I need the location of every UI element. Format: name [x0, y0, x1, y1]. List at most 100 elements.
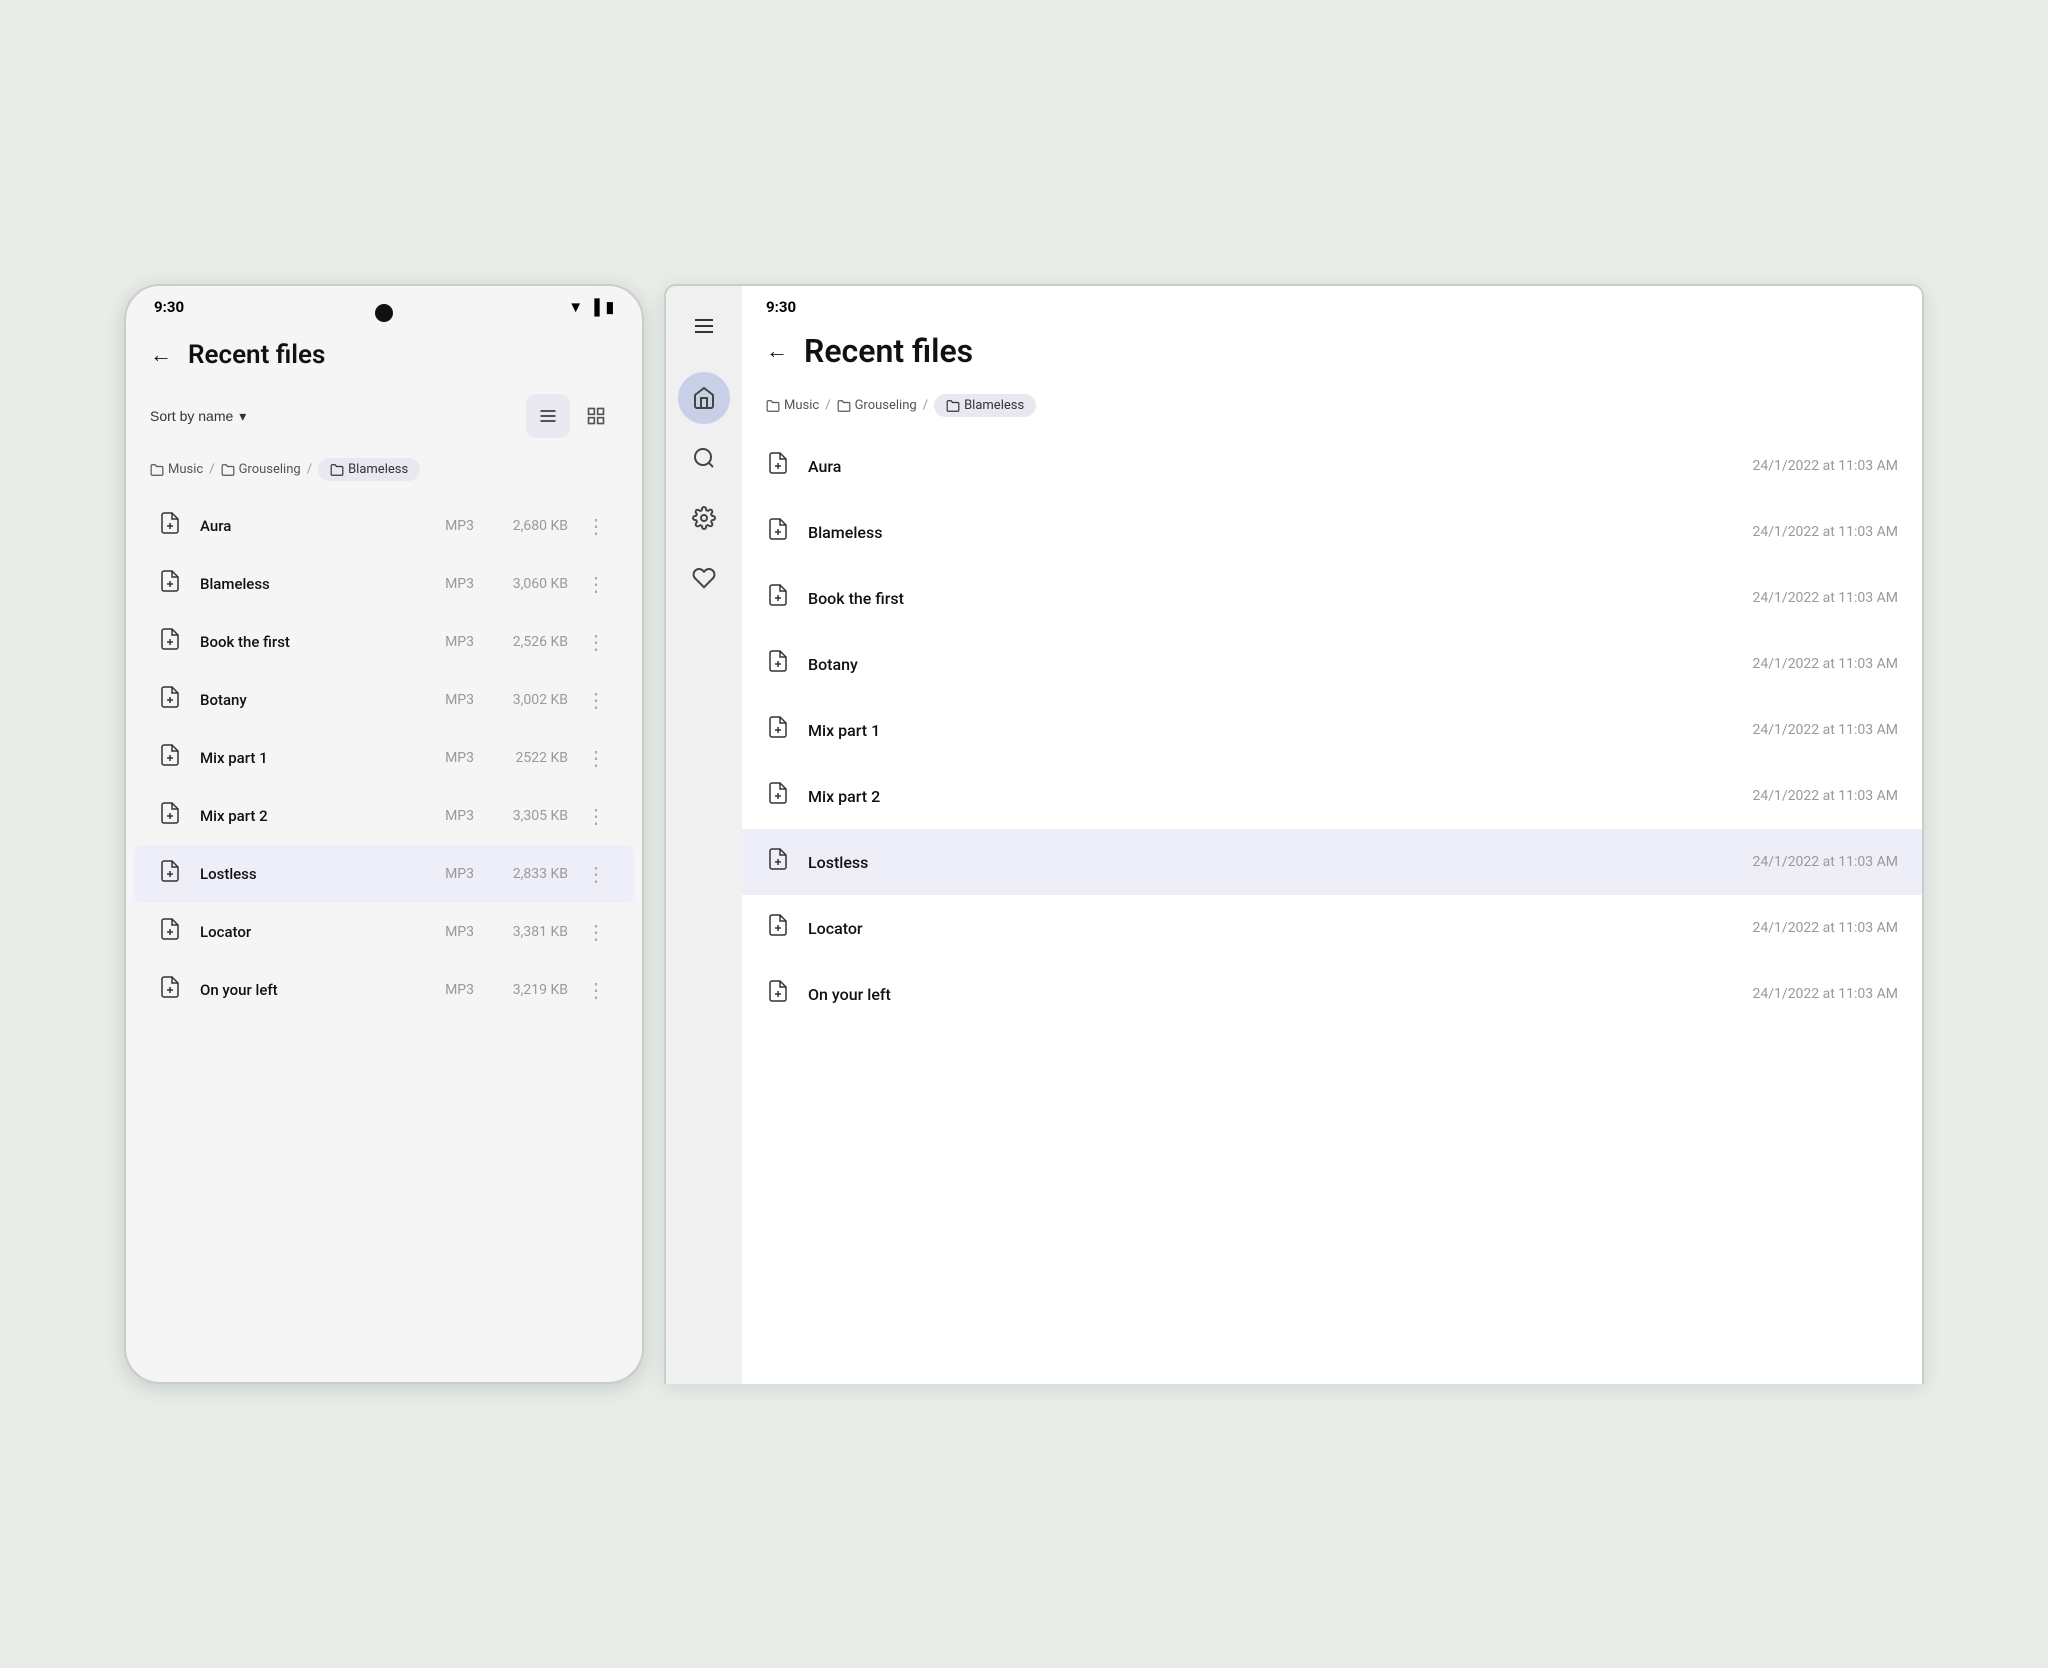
- tablet-breadcrumb-grouseling-label: Grouseling: [855, 398, 917, 413]
- phone-device: 9:30 ▼ ▐ ▮ ← Recent files Sort by name ▾: [124, 284, 644, 1384]
- file-item-lostless[interactable]: Lostless MP3 2,833 KB ⋮: [134, 845, 634, 903]
- tablet-file-item-blameless[interactable]: Blameless 24/1/2022 at 11:03 AM: [742, 499, 1922, 565]
- battery-icon: ▮: [606, 298, 614, 316]
- tablet-file-item-onyourleft[interactable]: On your left 24/1/2022 at 11:03 AM: [742, 961, 1922, 1027]
- tablet-file-date-mixpart2: 24/1/2022 at 11:03 AM: [1753, 788, 1898, 804]
- file-type-onyourleft: MP3: [426, 982, 474, 998]
- file-more-mixpart2[interactable]: ⋮: [582, 804, 610, 828]
- breadcrumb-blameless[interactable]: Blameless: [318, 458, 420, 481]
- file-item-mixpart2[interactable]: Mix part 2 MP3 3,305 KB ⋮: [134, 787, 634, 845]
- file-name-locator: Locator: [200, 923, 412, 941]
- file-item-blameless[interactable]: Blameless MP3 3,060 KB ⋮: [134, 555, 634, 613]
- file-size-botany: 3,002 KB: [488, 692, 568, 708]
- grid-view-button[interactable]: [574, 394, 618, 438]
- file-name-mixpart1: Mix part 1: [200, 749, 412, 767]
- sidebar-item-search[interactable]: [678, 432, 730, 484]
- tablet-file-icon-botany: [766, 649, 794, 679]
- breadcrumb-music[interactable]: Music: [150, 462, 203, 477]
- phone-file-list: Aura MP3 2,680 KB ⋮ Blameless MP3 3,060 …: [126, 497, 642, 1019]
- file-more-onyourleft[interactable]: ⋮: [582, 978, 610, 1002]
- file-icon-mixpart1: [158, 743, 186, 773]
- tablet-file-item-bookthefirst[interactable]: Book the first 24/1/2022 at 11:03 AM: [742, 565, 1922, 631]
- tablet-file-name-aura: Aura: [808, 457, 1739, 476]
- file-more-mixpart1[interactable]: ⋮: [582, 746, 610, 770]
- file-more-botany[interactable]: ⋮: [582, 688, 610, 712]
- tablet-file-item-botany[interactable]: Botany 24/1/2022 at 11:03 AM: [742, 631, 1922, 697]
- phone-time: 9:30: [154, 298, 184, 316]
- file-icon-aura: [158, 511, 186, 541]
- tablet-file-name-locator: Locator: [808, 919, 1739, 938]
- phone-toolbar: Sort by name ▾: [126, 386, 642, 450]
- file-item-aura[interactable]: Aura MP3 2,680 KB ⋮: [134, 497, 634, 555]
- hamburger-area: [692, 302, 716, 364]
- tablet-file-date-lostless: 24/1/2022 at 11:03 AM: [1753, 854, 1898, 870]
- tablet-sidebar: [666, 286, 742, 1384]
- file-name-bookthefirst: Book the first: [200, 633, 412, 651]
- phone-status-bar: 9:30 ▼ ▐ ▮: [126, 286, 642, 324]
- file-icon-locator: [158, 917, 186, 947]
- file-more-aura[interactable]: ⋮: [582, 514, 610, 538]
- file-more-blameless[interactable]: ⋮: [582, 572, 610, 596]
- file-more-bookthefirst[interactable]: ⋮: [582, 630, 610, 654]
- tablet-file-date-mixpart1: 24/1/2022 at 11:03 AM: [1753, 722, 1898, 738]
- file-more-locator[interactable]: ⋮: [582, 920, 610, 944]
- tablet-file-date-botany: 24/1/2022 at 11:03 AM: [1753, 656, 1898, 672]
- tablet-file-list: Aura 24/1/2022 at 11:03 AM Blameless 24/…: [742, 433, 1922, 1384]
- tablet-page-title: Recent files: [804, 332, 973, 370]
- file-item-mixpart1[interactable]: Mix part 1 MP3 2522 KB ⋮: [134, 729, 634, 787]
- tablet-file-name-mixpart2: Mix part 2: [808, 787, 1739, 806]
- list-view-button[interactable]: [526, 394, 570, 438]
- file-type-lostless: MP3: [426, 866, 474, 882]
- file-size-mixpart1: 2522 KB: [488, 750, 568, 766]
- file-size-onyourleft: 3,219 KB: [488, 982, 568, 998]
- tablet-breadcrumb-blameless[interactable]: Blameless: [934, 394, 1036, 417]
- sidebar-item-favorites[interactable]: [678, 552, 730, 604]
- tablet-file-item-aura[interactable]: Aura 24/1/2022 at 11:03 AM: [742, 433, 1922, 499]
- breadcrumb-blameless-label: Blameless: [348, 462, 408, 477]
- screens-container: 9:30 ▼ ▐ ▮ ← Recent files Sort by name ▾: [124, 284, 1924, 1384]
- status-icons: ▼ ▐ ▮: [568, 298, 614, 316]
- file-item-onyourleft[interactable]: On your left MP3 3,219 KB ⋮: [134, 961, 634, 1019]
- tablet-back-button[interactable]: ←: [766, 338, 788, 364]
- tablet-file-icon-onyourleft: [766, 979, 794, 1009]
- tablet-file-item-lostless[interactable]: Lostless 24/1/2022 at 11:03 AM: [742, 829, 1922, 895]
- file-item-locator[interactable]: Locator MP3 3,381 KB ⋮: [134, 903, 634, 961]
- tablet-main-content: 9:30 ← Recent files Music / Grouseling /: [742, 286, 1922, 1384]
- camera-dot: [375, 304, 393, 322]
- file-type-mixpart1: MP3: [426, 750, 474, 766]
- tablet-breadcrumb-sep2: /: [923, 398, 928, 413]
- tablet-header: ← Recent files: [742, 316, 1922, 386]
- file-item-botany[interactable]: Botany MP3 3,002 KB ⋮: [134, 671, 634, 729]
- file-type-botany: MP3: [426, 692, 474, 708]
- sidebar-item-settings[interactable]: [678, 492, 730, 544]
- tablet-file-name-blameless: Blameless: [808, 523, 1739, 542]
- tablet-breadcrumb-grouseling[interactable]: Grouseling: [837, 398, 917, 413]
- breadcrumb-grouseling[interactable]: Grouseling: [221, 462, 301, 477]
- tablet-file-item-mixpart2[interactable]: Mix part 2 24/1/2022 at 11:03 AM: [742, 763, 1922, 829]
- tablet-file-icon-aura: [766, 451, 794, 481]
- file-item-bookthefirst[interactable]: Book the first MP3 2,526 KB ⋮: [134, 613, 634, 671]
- tablet-file-icon-locator: [766, 913, 794, 943]
- file-size-lostless: 2,833 KB: [488, 866, 568, 882]
- tablet-file-item-locator[interactable]: Locator 24/1/2022 at 11:03 AM: [742, 895, 1922, 961]
- tablet-file-item-mixpart1[interactable]: Mix part 1 24/1/2022 at 11:03 AM: [742, 697, 1922, 763]
- file-icon-bookthefirst: [158, 627, 186, 657]
- phone-header: ← Recent files: [126, 324, 642, 386]
- back-button[interactable]: ←: [150, 342, 172, 368]
- file-name-onyourleft: On your left: [200, 981, 412, 999]
- sidebar-item-home[interactable]: [678, 372, 730, 424]
- hamburger-menu[interactable]: [692, 314, 716, 344]
- tablet-breadcrumb-music[interactable]: Music: [766, 398, 819, 413]
- file-type-mixpart2: MP3: [426, 808, 474, 824]
- wifi-icon: ▼: [568, 298, 583, 316]
- tablet-file-icon-mixpart1: [766, 715, 794, 745]
- tablet-file-date-locator: 24/1/2022 at 11:03 AM: [1753, 920, 1898, 936]
- tablet-file-icon-lostless: [766, 847, 794, 877]
- breadcrumb-sep1: /: [209, 462, 214, 477]
- tablet-file-date-bookthefirst: 24/1/2022 at 11:03 AM: [1753, 590, 1898, 606]
- sort-button[interactable]: Sort by name ▾: [150, 408, 246, 425]
- breadcrumb-music-label: Music: [168, 462, 203, 477]
- file-more-lostless[interactable]: ⋮: [582, 862, 610, 886]
- file-name-aura: Aura: [200, 517, 412, 535]
- tablet-file-date-blameless: 24/1/2022 at 11:03 AM: [1753, 524, 1898, 540]
